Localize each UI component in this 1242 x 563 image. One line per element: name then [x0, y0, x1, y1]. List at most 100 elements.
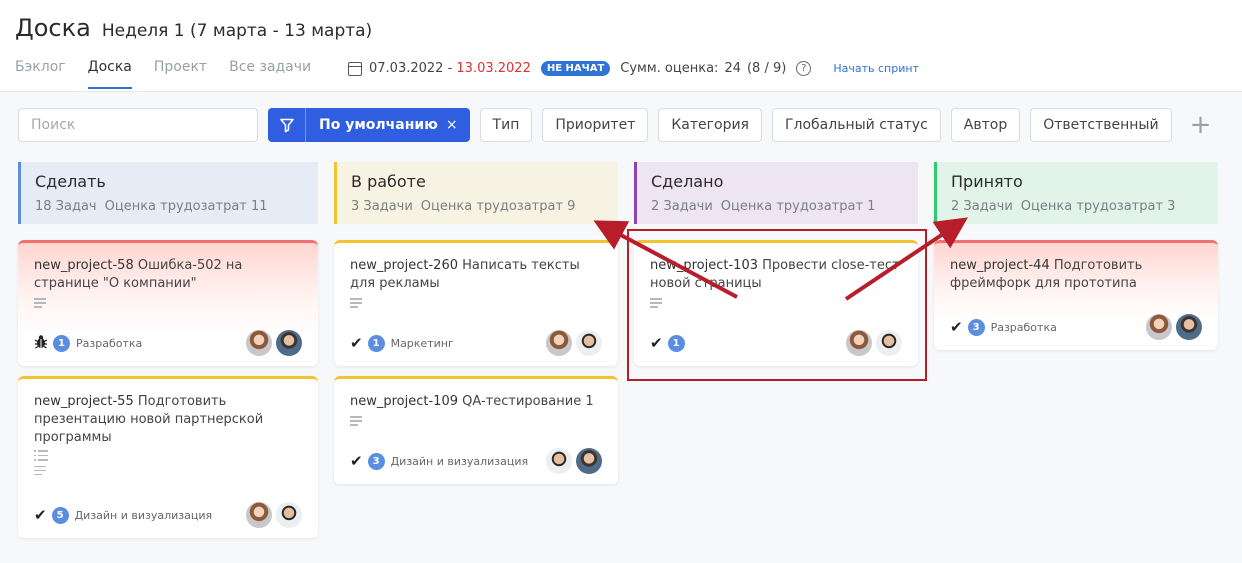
filter-global-status-button[interactable]: Глобальный статус — [771, 108, 941, 142]
task-title: new_project-103 Провести close-тест ново… — [650, 257, 902, 293]
sprint-week: Неделя 1 (7 марта - 13 марта) — [101, 21, 373, 41]
task-summary: QA-тестирование 1 — [462, 394, 594, 409]
add-filter-icon[interactable]: + — [1190, 112, 1212, 138]
task-title: new_project-55 Подготовить презентацию н… — [34, 393, 302, 447]
task-key: new_project-44 — [950, 258, 1050, 273]
task-category: Дизайн и визуализация — [74, 508, 213, 522]
close-icon[interactable]: × — [446, 117, 470, 133]
filter-bar: По умолчанию × Тип Приоритет Категория Г… — [18, 108, 1211, 142]
task-key: new_project-58 — [34, 258, 134, 273]
filter-type-button[interactable]: Тип — [479, 108, 533, 142]
column-name: Сделано — [651, 172, 724, 191]
tab-project[interactable]: Проект — [154, 59, 207, 89]
default-filter-label: По умолчанию — [319, 117, 438, 133]
calendar-icon — [348, 61, 362, 76]
avatar[interactable] — [276, 502, 302, 528]
help-icon[interactable]: ? — [796, 61, 812, 76]
check-icon: ✔ — [950, 318, 963, 336]
start-sprint-link[interactable]: Начать спринт — [833, 62, 919, 75]
column-name: Сделать — [35, 172, 106, 191]
task-footer: ✔ 1 — [650, 330, 902, 356]
column-task-count: 3 Задачи — [351, 199, 413, 214]
task-card[interactable]: new_project-260 Написать тексты для рекл… — [334, 240, 618, 366]
task-category: Маркетинг — [390, 336, 454, 350]
task-title: new_project-260 Написать тексты для рекл… — [350, 257, 602, 293]
column-task-count: 2 Задачи — [951, 199, 1013, 214]
estimate-badge: 5 — [51, 506, 69, 524]
filter-icon — [268, 108, 306, 142]
filter-author-button[interactable]: Автор — [950, 108, 1021, 142]
avatar[interactable] — [876, 330, 902, 356]
tab-all-tasks[interactable]: Все задачи — [229, 59, 311, 89]
task-key: new_project-103 — [650, 258, 758, 273]
bug-icon — [34, 334, 48, 353]
column-in-progress-header: В работе 3 Задачи Оценка трудозатрат 9 — [334, 162, 618, 224]
column-meta: 18 Задач Оценка трудозатрат 11 — [35, 199, 304, 214]
tab-backlog[interactable]: Бэклог — [15, 59, 66, 89]
filter-category-button[interactable]: Категория — [658, 108, 762, 142]
description-icon — [350, 298, 362, 308]
task-footer: ✔ 5 Дизайн и визуализация — [34, 502, 302, 528]
avatar[interactable] — [846, 330, 872, 356]
estimate-badge: 1 — [53, 334, 70, 352]
avatar[interactable] — [1176, 314, 1202, 340]
column-name: В работе — [351, 172, 426, 191]
task-card[interactable]: new_project-103 Провести close-тест ново… — [634, 240, 918, 366]
task-footer: 1 Разработка — [34, 330, 302, 356]
task-footer: ✔ 3 Разработка — [950, 314, 1202, 340]
task-category: Дизайн и визуализация — [390, 454, 529, 468]
avatar[interactable] — [576, 448, 602, 474]
description-icon — [34, 298, 46, 308]
column-estimate: Оценка трудозатрат 3 — [1020, 199, 1176, 214]
task-card[interactable]: new_project-44 Подготовить фреймфорк для… — [934, 240, 1218, 350]
search-input[interactable] — [18, 108, 258, 142]
assignees — [242, 330, 302, 356]
sprint-end-date: 13.03.2022 — [456, 61, 531, 76]
task-card[interactable]: new_project-55 Подготовить презентацию н… — [18, 376, 318, 538]
task-category: Разработка — [990, 320, 1057, 334]
sum-estimate-ratio: (8 / 9) — [746, 61, 787, 76]
filter-priority-button[interactable]: Приоритет — [542, 108, 649, 142]
check-icon: ✔ — [350, 452, 363, 470]
sprint-start-date: 07.03.2022 — [369, 61, 444, 76]
task-category: Разработка — [76, 336, 143, 350]
column-meta: 2 Задачи Оценка трудозатрат 3 — [951, 199, 1204, 214]
tab-board[interactable]: Доска — [87, 59, 132, 89]
assignees — [542, 448, 602, 474]
sum-estimate-value: 24 — [724, 61, 741, 76]
avatar[interactable] — [246, 502, 272, 528]
default-filter-button[interactable]: По умолчанию × — [268, 108, 470, 142]
column-estimate: Оценка трудозатрат 9 — [420, 199, 576, 214]
check-icon: ✔ — [650, 334, 663, 352]
description-icon — [650, 298, 662, 308]
sprint-info: 07.03.2022 - 13.03.2022 НЕ НАЧАТ Сумм. о… — [348, 61, 919, 76]
estimate-badge: 3 — [967, 318, 985, 336]
date-separator: - — [443, 61, 457, 76]
task-title: new_project-58 Ошибка-502 на странице "О… — [34, 257, 302, 293]
column-task-count: 2 Задачи — [651, 199, 713, 214]
filter-assignee-button[interactable]: Ответственный — [1030, 108, 1172, 142]
column-estimate: Оценка трудозатрат 11 — [104, 199, 268, 214]
avatar[interactable] — [246, 330, 272, 356]
column-estimate: Оценка трудозатрат 1 — [720, 199, 876, 214]
task-card[interactable]: new_project-109 QA-тестирование 1 ✔ 3 Ди… — [334, 376, 618, 484]
avatar[interactable] — [576, 330, 602, 356]
avatar[interactable] — [546, 448, 572, 474]
column-todo-header: Сделать 18 Задач Оценка трудозатрат 11 — [18, 162, 318, 224]
board-title: Доска — [15, 14, 91, 42]
check-icon: ✔ — [350, 334, 363, 352]
assignees — [542, 330, 602, 356]
task-key: new_project-260 — [350, 258, 458, 273]
task-card[interactable]: new_project-58 Ошибка-502 на странице "О… — [18, 240, 318, 366]
description-icon — [34, 465, 46, 475]
column-meta: 3 Задачи Оценка трудозатрат 9 — [351, 199, 604, 214]
column-task-count: 18 Задач — [35, 199, 97, 214]
task-footer: ✔ 3 Дизайн и визуализация — [350, 448, 602, 474]
assignees — [242, 502, 302, 528]
assignees — [1142, 314, 1202, 340]
avatar[interactable] — [546, 330, 572, 356]
avatar[interactable] — [1146, 314, 1172, 340]
avatar[interactable] — [276, 330, 302, 356]
column-meta: 2 Задачи Оценка трудозатрат 1 — [651, 199, 904, 214]
task-title: new_project-44 Подготовить фреймфорк для… — [950, 257, 1202, 293]
